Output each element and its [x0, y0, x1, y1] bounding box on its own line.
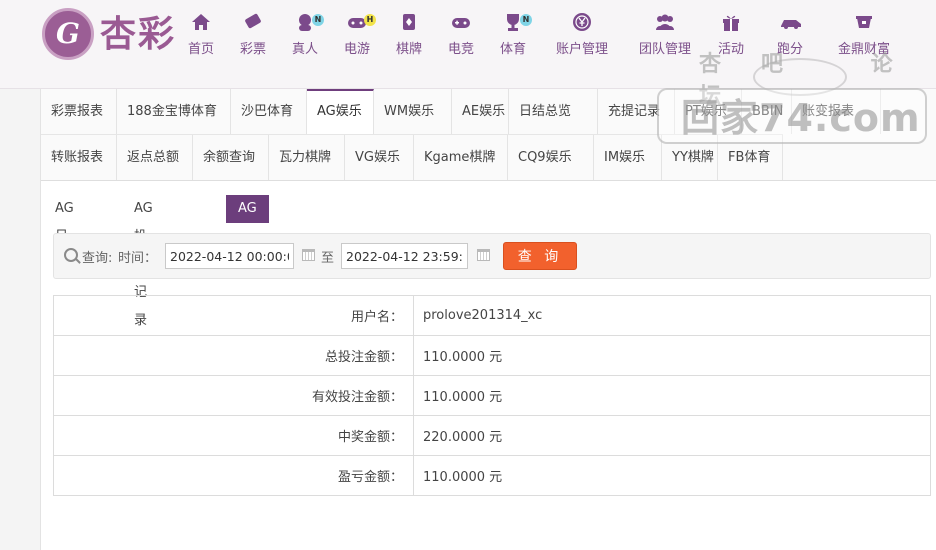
team-icon [656, 14, 674, 30]
new-badge: N [520, 14, 532, 26]
logo[interactable]: G 杏彩 [42, 8, 182, 62]
tab-item[interactable]: AG娱乐 [307, 89, 374, 134]
subtab-ag-daily[interactable]: AG日结 [43, 195, 86, 272]
nav-wealth-label: 金鼎财富 [837, 42, 890, 57]
nav-live[interactable]: N 真人 [290, 12, 324, 58]
table-row: 中奖金额： 220.0000 元 [53, 415, 931, 456]
end-time-input[interactable] [341, 243, 468, 269]
controller-icon [452, 18, 470, 28]
nav-score-label: 跑分 [776, 42, 803, 57]
new-badge: N [312, 14, 324, 26]
yen-icon [573, 13, 591, 31]
tab-item[interactable]: BBIN [742, 89, 792, 134]
nav-sports-label: 体育 [499, 42, 526, 57]
ticket-icon [245, 13, 261, 29]
subtab-ag-profit[interactable]: AG盈亏 [226, 195, 269, 272]
nav-lottery[interactable]: 彩票 [238, 12, 268, 58]
nav-team-label: 团队管理 [638, 42, 691, 57]
tab-item[interactable]: 彩票报表 [41, 89, 117, 134]
tab-item[interactable]: 188金宝博体育 [117, 89, 231, 134]
car-icon [781, 20, 801, 29]
nav-account[interactable]: 账户管理 [551, 12, 613, 58]
main-panel: 彩票报表 188金宝博体育 沙巴体育 AG娱乐 WM娱乐 AE娱乐 日结总览 充提记录 PT娱乐… [40, 89, 936, 550]
nav-esports[interactable]: 电竞 [446, 12, 476, 58]
row-value: 110.0000 元 [413, 335, 931, 376]
query-button[interactable]: 查 询 [503, 242, 577, 270]
nav-lottery-label: 彩票 [239, 42, 266, 57]
tab-item[interactable]: YY棋牌 [662, 135, 718, 180]
nav-home[interactable]: 首页 [186, 12, 216, 58]
tab-item[interactable]: AE娱乐 [452, 89, 509, 134]
profit-table: 用户名： prolove201314_xc 总投注金额： 110.0000 元 有效… [53, 295, 931, 496]
tab-item[interactable]: 转账报表 [41, 135, 117, 180]
top-header: G 杏彩 首页 彩票 N 真人 H 电游 棋牌 电竞 N 体育 账户管理 团队管… [0, 0, 936, 89]
logo-emblem: G [42, 8, 94, 60]
nav-wealth[interactable]: 金鼎财富 [833, 12, 895, 58]
tab-item[interactable]: WM娱乐 [374, 89, 452, 134]
tab-row-2: 转账报表 返点总额 余额查询 瓦力棋牌 VG娱乐 Kgame棋牌 CQ9娱乐 IM娱乐 YY棋牌… [41, 134, 783, 180]
query-label: 查询: [82, 251, 113, 266]
cards-icon [403, 14, 415, 30]
nav-esports-label: 电竞 [447, 42, 474, 57]
row-value: 110.0000 元 [413, 375, 931, 416]
search-bar: 查询: 时间： 至 查 询 [53, 233, 931, 279]
hot-badge: H [364, 14, 376, 26]
time-label: 时间： [118, 251, 158, 266]
tab-item[interactable]: 沙巴体育 [231, 89, 307, 134]
row-value: 220.0000 元 [413, 415, 931, 456]
home-icon [192, 14, 210, 30]
nav-team[interactable]: 团队管理 [634, 12, 696, 58]
nav-chess-label: 棋牌 [395, 42, 422, 57]
tab-item[interactable]: VG娱乐 [345, 135, 414, 180]
row-label: 中奖金额： [53, 415, 414, 456]
nav-slots[interactable]: H 电游 [342, 12, 376, 58]
tab-item[interactable]: 账变报表 [792, 89, 881, 134]
tab-item[interactable]: CQ9娱乐 [508, 135, 594, 180]
row-label: 总投注金额： [53, 335, 414, 376]
tab-item[interactable]: 充提记录 [598, 89, 675, 134]
treasure-icon [856, 16, 872, 28]
table-row: 用户名： prolove201314_xc [53, 295, 931, 336]
logo-text: 杏彩 [100, 13, 177, 55]
tab-item[interactable]: IM娱乐 [594, 135, 662, 180]
tab-item[interactable]: PT娱乐 [675, 89, 742, 134]
row-value: prolove201314_xc [413, 295, 931, 336]
subtab-ag-bets[interactable]: AG投注记录 [122, 195, 165, 328]
table-row: 盈亏金额： 110.0000 元 [53, 455, 931, 496]
nav-sports[interactable]: N 体育 [498, 12, 532, 58]
tab-item[interactable]: Kgame棋牌 [414, 135, 508, 180]
tab-item[interactable]: FB体育 [718, 135, 783, 180]
nav-activity[interactable]: 活动 [716, 12, 746, 58]
nav-score[interactable]: 跑分 [774, 12, 806, 58]
tab-item[interactable]: 余额查询 [193, 135, 269, 180]
nav-slots-label: 电游 [343, 42, 370, 57]
table-row: 有效投注金额： 110.0000 元 [53, 375, 931, 416]
nav-live-label: 真人 [291, 42, 318, 57]
nav-chess[interactable]: 棋牌 [394, 12, 424, 58]
tab-item[interactable]: 返点总额 [117, 135, 193, 180]
search-icon [64, 248, 78, 262]
row-value: 110.0000 元 [413, 455, 931, 496]
nav-account-label: 账户管理 [555, 42, 608, 57]
tab-item[interactable]: 瓦力棋牌 [269, 135, 345, 180]
to-label: 至 [321, 251, 335, 266]
row-label: 盈亏金额： [53, 455, 414, 496]
nav-home-label: 首页 [187, 42, 214, 57]
row-label: 有效投注金额： [53, 375, 414, 416]
tab-item[interactable]: 日结总览 [509, 89, 598, 134]
start-time-input[interactable] [165, 243, 294, 269]
gift-icon [723, 15, 739, 31]
tab-row-1: 彩票报表 188金宝博体育 沙巴体育 AG娱乐 WM娱乐 AE娱乐 日结总览 充提记录 PT娱乐… [41, 89, 881, 134]
nav-activity-label: 活动 [717, 42, 744, 57]
table-row: 总投注金额： 110.0000 元 [53, 335, 931, 376]
row-label: 用户名： [53, 295, 414, 336]
calendar-icon[interactable] [302, 249, 315, 261]
calendar-icon[interactable] [477, 249, 490, 261]
report-tabs: 彩票报表 188金宝博体育 沙巴体育 AG娱乐 WM娱乐 AE娱乐 日结总览 充提记录 PT娱乐… [41, 89, 936, 181]
